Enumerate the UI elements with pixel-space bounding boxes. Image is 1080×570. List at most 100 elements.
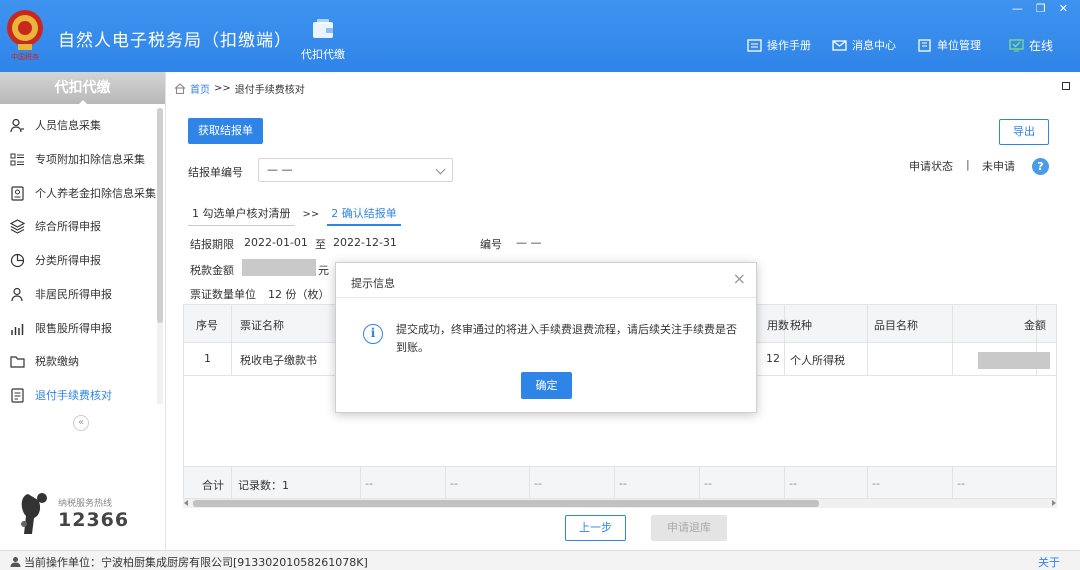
pie-icon xyxy=(10,253,25,267)
report-no-select[interactable]: — — xyxy=(258,158,453,182)
footer-cell: -- xyxy=(704,477,712,490)
status-separator: | xyxy=(966,158,970,171)
tab-withholding[interactable]: 代扣代缴 xyxy=(288,14,358,70)
sidebar-scroll-thumb[interactable] xyxy=(157,108,163,323)
status-value: 未申请 xyxy=(982,160,1015,173)
hotline-label: 纳税服务热线 xyxy=(58,499,113,509)
col-divider xyxy=(952,305,953,376)
manual-label: 操作手册 xyxy=(767,39,811,52)
scroll-right-arrow[interactable] xyxy=(1052,500,1056,506)
col-header-item-name: 品目名称 xyxy=(874,319,918,332)
cell-tax-type: 个人所得税 xyxy=(790,354,845,367)
hotline-icon xyxy=(21,493,47,534)
messages-link[interactable]: 消息中心 xyxy=(832,37,896,53)
col-header-count: 用数 xyxy=(767,319,789,332)
sidebar-item-comprehensive[interactable]: 综合所得申报 xyxy=(0,213,158,239)
prev-step-button[interactable]: 上一步 xyxy=(565,515,626,541)
footer-divider xyxy=(529,466,530,498)
person-icon xyxy=(10,118,24,132)
ticket-count-label: 票证数量单位 xyxy=(190,288,256,301)
scroll-left-arrow[interactable] xyxy=(184,500,188,506)
dialog-message: 提交成功，终审通过的将进入手续费退费流程，请后续关注手续费是否到账。 xyxy=(396,323,737,354)
tax-amount-unit: 元 xyxy=(318,264,329,277)
close-panel-button[interactable] xyxy=(1062,82,1070,90)
info-icon: i xyxy=(363,324,383,344)
close-window-button[interactable]: ✕ xyxy=(1059,2,1068,15)
info-dialog: 提示信息 × i 提交成功，终审通过的将进入手续费退费流程，请后续关注手续费是否… xyxy=(335,262,757,413)
tax-amount-redacted xyxy=(242,259,316,276)
status-text: 当前操作单位：宁波柏厨集成厨房有限公司[91330201058261078K] xyxy=(10,554,368,570)
col-divider xyxy=(231,305,232,376)
footer-record-count: 记录数：1 xyxy=(238,479,289,492)
footer-divider xyxy=(867,466,868,498)
manual-icon xyxy=(747,38,762,52)
sidebar-item-restricted-stock[interactable]: 限售股所得申报 xyxy=(0,315,158,341)
footer-divider xyxy=(699,466,700,498)
sidebar-item-personnel[interactable]: 人员信息采集 xyxy=(0,112,158,138)
manual-link[interactable]: 操作手册 xyxy=(747,37,811,53)
folder-icon xyxy=(10,355,25,368)
about-link[interactable]: 关于 xyxy=(1038,554,1060,570)
footer-cell: -- xyxy=(450,477,458,490)
tab-label: 代扣代缴 xyxy=(301,48,345,61)
period-label: 结报期限 xyxy=(190,238,234,251)
restore-button[interactable]: ❐ xyxy=(1036,2,1046,15)
cell-ticket-name: 税收电子缴款书 xyxy=(240,354,317,367)
fetch-report-button[interactable]: 获取结报单 xyxy=(188,118,263,144)
app-header: 中国税务 自然人电子税务局（扣缴端） 代扣代缴 操作手册 消息中心 单位管理 在… xyxy=(0,0,1080,72)
footer-divider xyxy=(614,466,615,498)
unit-management-label: 单位管理 xyxy=(937,39,981,52)
monitor-check-icon xyxy=(1009,39,1024,52)
sidebar-title: 代扣代缴 xyxy=(0,72,165,105)
card-icon xyxy=(11,185,24,201)
sidebar-item-tax-payment[interactable]: 税款缴纳 xyxy=(0,348,158,374)
document-icon xyxy=(11,387,24,403)
chevron-down-icon xyxy=(435,164,446,175)
step-2[interactable]: 2 确认结报单 xyxy=(327,202,401,226)
ticket-count-value: 12 份（枚） xyxy=(268,288,330,301)
sidebar-item-special-deduction[interactable]: 专项附加扣除信息采集 xyxy=(0,146,158,172)
dialog-title: 提示信息 xyxy=(351,277,395,290)
help-icon[interactable]: ? xyxy=(1032,158,1049,175)
minimize-button[interactable]: — xyxy=(1012,2,1023,15)
sidebar-item-pension[interactable]: 个人养老金扣除信息采集 xyxy=(0,180,158,206)
footer-divider xyxy=(360,466,361,498)
current-unit-text: 当前操作单位：宁波柏厨集成厨房有限公司[91330201058261078K] xyxy=(24,556,368,569)
sidebar-collapse-button[interactable]: « xyxy=(73,415,89,431)
dialog-close-button[interactable]: × xyxy=(733,271,746,287)
export-button[interactable]: 导出 xyxy=(999,119,1049,145)
home-icon xyxy=(174,83,186,94)
period-end: 2022-12-31 xyxy=(333,236,397,249)
sidebar-scrollbar[interactable] xyxy=(157,108,163,404)
unit-management-link[interactable]: 单位管理 xyxy=(917,37,981,53)
footer-cell: -- xyxy=(365,477,373,490)
step-1[interactable]: 1 勾选单户核对清册 xyxy=(188,202,295,226)
status-label: 申请状态 xyxy=(909,160,953,173)
online-label: 在线 xyxy=(1029,39,1054,53)
sidebar-item-label: 人员信息采集 xyxy=(35,119,101,132)
apply-refund-button[interactable]: 申请退库 xyxy=(651,515,727,541)
breadcrumb: 首页 >> 退付手续费核对 xyxy=(174,81,305,96)
footer-divider xyxy=(231,466,232,498)
sidebar-item-classified[interactable]: 分类所得申报 xyxy=(0,247,158,273)
sidebar-item-label: 分类所得申报 xyxy=(35,254,101,267)
person-outline-icon xyxy=(11,287,23,301)
table-scroll-thumb[interactable] xyxy=(193,500,819,507)
hotline: 纳税服务热线 12366 xyxy=(18,490,158,540)
tax-amount-label: 税款金额 xyxy=(190,264,234,277)
number-value: — — xyxy=(516,236,542,249)
breadcrumb-separator: >> xyxy=(214,83,231,94)
building-icon xyxy=(918,38,931,52)
online-status[interactable]: 在线 xyxy=(1009,37,1053,54)
sidebar-item-nonresident[interactable]: 非居民所得申报 xyxy=(0,281,158,307)
sidebar-item-fee-refund[interactable]: 退付手续费核对 xyxy=(0,382,158,408)
breadcrumb-home[interactable]: 首页 xyxy=(190,81,210,96)
footer-divider xyxy=(784,466,785,498)
period-to: 至 xyxy=(315,238,326,251)
hotline-number: 12366 xyxy=(58,509,130,531)
dialog-ok-button[interactable]: 确定 xyxy=(521,372,572,399)
footer-cell: -- xyxy=(957,477,965,490)
table-hscrollbar[interactable] xyxy=(183,499,1057,508)
number-label: 编号 xyxy=(480,238,502,251)
app-window: 中国税务 自然人电子税务局（扣缴端） 代扣代缴 操作手册 消息中心 单位管理 在… xyxy=(0,0,1080,570)
